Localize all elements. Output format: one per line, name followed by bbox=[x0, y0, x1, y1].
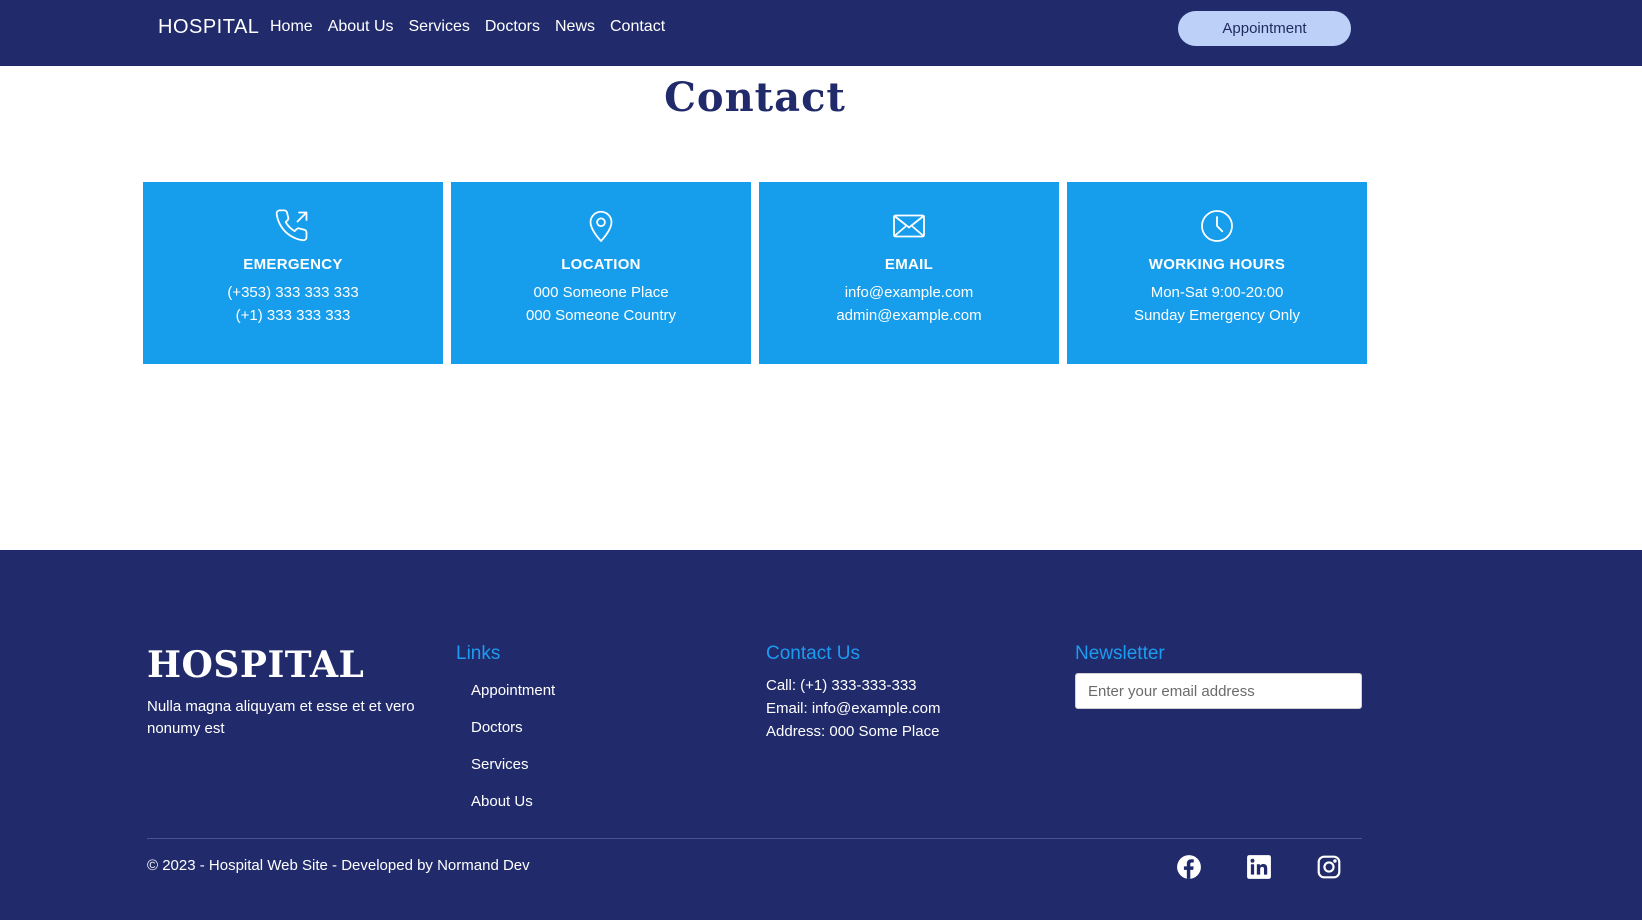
card-line: info@example.com bbox=[844, 284, 974, 301]
footer-contact-email: Email: info@example.com bbox=[766, 700, 941, 717]
newsletter-email-input[interactable] bbox=[1075, 673, 1362, 709]
page-title: Contact bbox=[664, 74, 846, 121]
linkedin-icon[interactable] bbox=[1246, 854, 1272, 880]
card-title: EMERGENCY bbox=[243, 256, 343, 273]
card-line: 000 Someone Country bbox=[525, 307, 677, 324]
location-pin-icon bbox=[583, 208, 619, 244]
clock-icon bbox=[1199, 208, 1235, 244]
footer-link-doctors[interactable]: Doctors bbox=[471, 719, 555, 740]
footer-links-heading: Links bbox=[456, 643, 501, 664]
footer-brand: HOSPITAL bbox=[147, 644, 365, 686]
card-location: LOCATION 000 Someone Place 000 Someone C… bbox=[451, 182, 751, 364]
nav-news[interactable]: News bbox=[555, 18, 595, 36]
footer-link-services[interactable]: Services bbox=[471, 756, 555, 777]
phone-icon bbox=[275, 208, 311, 244]
card-emergency: EMERGENCY (+353) 333 333 333 (+1) 333 33… bbox=[143, 182, 443, 364]
footer-link-appointment[interactable]: Appointment bbox=[471, 682, 555, 703]
footer-link-about-us[interactable]: About Us bbox=[471, 793, 555, 814]
card-line: Sunday Emergency Only bbox=[1134, 307, 1300, 324]
contact-cards: EMERGENCY (+353) 333 333 333 (+1) 333 33… bbox=[143, 182, 1367, 364]
brand-logo[interactable]: HOSPITAL bbox=[158, 16, 259, 39]
footer-contact-phone: Call: (+1) 333-333-333 bbox=[766, 677, 917, 694]
card-title: WORKING HOURS bbox=[1148, 256, 1286, 273]
card-title: LOCATION bbox=[561, 256, 641, 273]
card-line: 000 Someone Place bbox=[533, 284, 669, 301]
card-title: EMAIL bbox=[884, 256, 934, 273]
nav-links: Home About Us Services Doctors News Cont… bbox=[270, 18, 665, 36]
footer-newsletter-heading: Newsletter bbox=[1075, 643, 1165, 664]
nav-home[interactable]: Home bbox=[270, 18, 313, 36]
card-email: EMAIL info@example.com admin@example.com bbox=[759, 182, 1059, 364]
card-line: admin@example.com bbox=[836, 307, 982, 324]
nav-about-us[interactable]: About Us bbox=[328, 18, 394, 36]
envelope-icon bbox=[891, 208, 927, 244]
footer-description: Nulla magna aliquyam et esse et et vero … bbox=[147, 698, 415, 737]
social-links bbox=[1176, 854, 1342, 880]
appointment-button[interactable]: Appointment bbox=[1178, 11, 1351, 46]
footer-divider bbox=[147, 838, 1362, 839]
nav-doctors[interactable]: Doctors bbox=[485, 18, 540, 36]
footer-contact-heading: Contact Us bbox=[766, 643, 860, 664]
copyright-text: © 2023 - Hospital Web Site - Developed b… bbox=[147, 857, 530, 874]
nav-services[interactable]: Services bbox=[409, 18, 470, 36]
navbar: HOSPITAL Home About Us Services Doctors … bbox=[0, 0, 1642, 66]
card-line: (+1) 333 333 333 bbox=[235, 307, 351, 324]
instagram-icon[interactable] bbox=[1316, 854, 1342, 880]
footer-contact-address: Address: 000 Some Place bbox=[766, 723, 940, 740]
footer-contact: Call: (+1) 333-333-333 Email: info@examp… bbox=[766, 674, 940, 743]
nav-contact[interactable]: Contact bbox=[610, 18, 665, 36]
card-working-hours: WORKING HOURS Mon-Sat 9:00-20:00 Sunday … bbox=[1067, 182, 1367, 364]
card-line: Mon-Sat 9:00-20:00 bbox=[1150, 284, 1284, 301]
facebook-icon[interactable] bbox=[1176, 854, 1202, 880]
footer-links: Appointment Doctors Services About Us bbox=[471, 682, 555, 830]
card-line: (+353) 333 333 333 bbox=[227, 284, 359, 301]
footer: HOSPITAL Nulla magna aliquyam et esse et… bbox=[0, 550, 1642, 920]
